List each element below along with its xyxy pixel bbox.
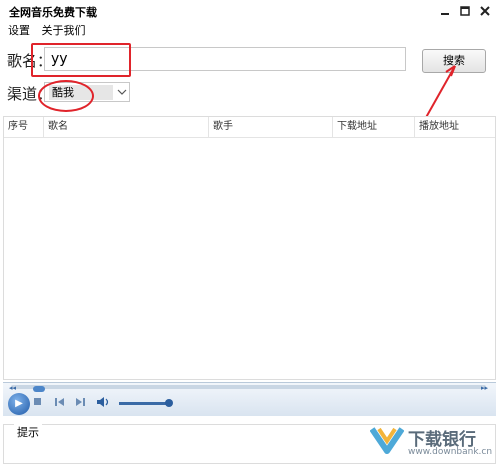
menu-bar: 设置 关于我们: [0, 22, 86, 38]
column-header-download-url[interactable]: 下载地址: [333, 117, 415, 137]
column-header-play-url[interactable]: 播放地址: [415, 117, 495, 137]
volume-slider[interactable]: [119, 402, 171, 405]
maximize-icon[interactable]: [458, 4, 472, 18]
column-header-index[interactable]: 序号: [4, 117, 44, 137]
next-icon[interactable]: [75, 397, 85, 411]
annotation-highlight-box: [31, 43, 131, 77]
menu-settings[interactable]: 设置: [8, 22, 30, 38]
annotation-highlight-oval: [38, 80, 94, 112]
media-player: ◂◂ ▸▸ ▶: [3, 382, 496, 416]
close-icon[interactable]: [478, 4, 492, 18]
tips-label: 提示: [14, 424, 42, 440]
table-header: 序号 歌名 歌手 下载地址 播放地址: [4, 117, 495, 138]
play-button[interactable]: ▶: [8, 393, 30, 415]
window-title: 全网音乐免费下载: [9, 6, 97, 19]
previous-icon[interactable]: [55, 397, 65, 411]
watermark-url: www.downbank.cn: [408, 447, 493, 457]
seek-bar[interactable]: [11, 385, 486, 392]
results-table[interactable]: 序号 歌名 歌手 下载地址 播放地址: [3, 116, 496, 380]
stop-icon[interactable]: [34, 398, 42, 410]
watermark-logo-icon: [370, 427, 404, 454]
column-header-song[interactable]: 歌名: [44, 117, 209, 137]
title-bar: 全网音乐免费下载: [0, 0, 500, 22]
rewind-small-icon: ◂◂: [9, 384, 17, 392]
volume-thumb[interactable]: [165, 399, 173, 407]
watermark: 下载银行 www.downbank.cn: [370, 423, 496, 461]
chevron-down-icon: [117, 84, 127, 103]
minimize-icon[interactable]: [438, 4, 452, 18]
column-header-artist[interactable]: 歌手: [209, 117, 333, 137]
forward-small-icon: ▸▸: [481, 384, 489, 392]
volume-icon[interactable]: [96, 396, 110, 412]
menu-about-us[interactable]: 关于我们: [42, 22, 86, 38]
seek-thumb[interactable]: [33, 386, 45, 392]
